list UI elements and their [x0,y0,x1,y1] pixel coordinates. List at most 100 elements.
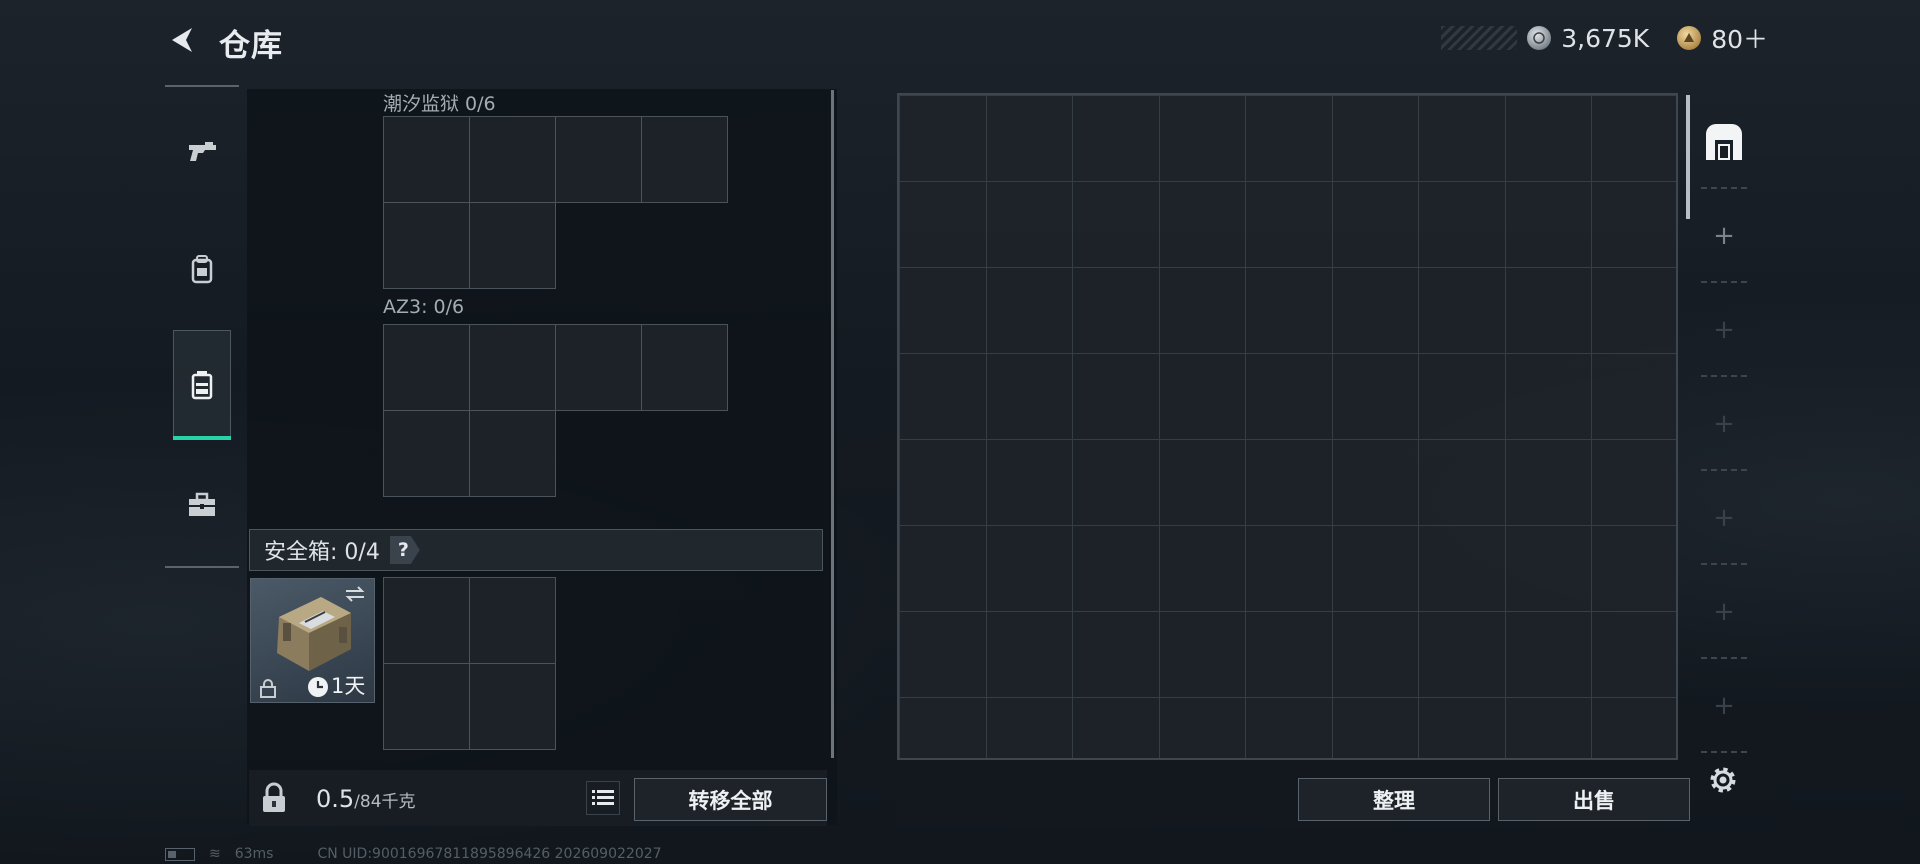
stash-cell[interactable] [985,611,1073,698]
stash-cell[interactable] [985,697,1073,758]
stash-cell[interactable] [899,525,987,612]
stash-tab-add[interactable]: + [1693,283,1755,377]
slot-cell[interactable] [383,202,470,289]
gold-currency-value[interactable]: 80＋ [1711,20,1768,56]
stash-cell[interactable] [985,353,1073,440]
slot-cell[interactable] [469,324,556,411]
stash-cell[interactable] [1158,267,1246,354]
slot-cell[interactable] [383,577,470,664]
settings-button[interactable] [1705,762,1741,798]
slot-cell[interactable] [383,116,470,203]
slot-cell[interactable] [383,410,470,497]
stash-cell[interactable] [1072,697,1160,758]
slot-cell[interactable] [469,410,556,497]
stash-cell[interactable] [1504,525,1592,612]
stash-cell[interactable] [1158,181,1246,268]
stash-cell[interactable] [1331,181,1419,268]
slot-cell[interactable] [469,116,556,203]
stash-cell[interactable] [1591,353,1676,440]
rail-item-supplies[interactable] [165,450,239,560]
stash-cell[interactable] [1418,267,1506,354]
stash-cell[interactable] [1331,353,1419,440]
stash-tab-main[interactable] [1693,95,1755,189]
stash-cell[interactable] [1418,611,1506,698]
stash-cell[interactable] [1158,525,1246,612]
stash-cell[interactable] [1331,611,1419,698]
stash-cell[interactable] [1418,181,1506,268]
stash-cell[interactable] [899,439,987,526]
stash-cell[interactable] [1504,439,1592,526]
stash-cell[interactable] [1245,525,1333,612]
stash-cell[interactable] [899,181,987,268]
stash-cell[interactable] [1331,95,1419,182]
swap-icon[interactable] [342,583,368,605]
stash-cell[interactable] [985,267,1073,354]
slot-cell[interactable] [383,324,470,411]
stash-cell[interactable] [1158,697,1246,758]
stash-cell[interactable] [1591,181,1676,268]
stash-cell[interactable] [1072,439,1160,526]
stash-cell[interactable] [1591,525,1676,612]
secure-case-item[interactable]: 1天 [250,578,375,703]
stash-cell[interactable] [1418,697,1506,758]
stash-cell[interactable] [1331,439,1419,526]
stash-cell[interactable] [1245,95,1333,182]
stash-cell[interactable] [1245,439,1333,526]
rail-item-weapons[interactable] [165,97,239,207]
stash-cell[interactable] [1418,525,1506,612]
stash-cell[interactable] [1072,95,1160,182]
stash-tab-add[interactable]: + [1693,659,1755,753]
stash-cell[interactable] [1504,95,1592,182]
rail-item-backpack[interactable] [173,330,231,440]
slot-cell[interactable] [641,324,728,411]
organize-button[interactable]: 整理 [1298,778,1490,821]
stash-cell[interactable] [1591,95,1676,182]
stash-cell[interactable] [1418,353,1506,440]
stash-cell[interactable] [899,697,987,758]
stash-cell[interactable] [1591,439,1676,526]
lock-button[interactable] [254,778,294,818]
transfer-all-button[interactable]: 转移全部 [634,778,827,821]
stash-cell[interactable] [1504,181,1592,268]
stash-cell[interactable] [1331,525,1419,612]
stash-tab-add[interactable]: + [1693,189,1755,283]
stash-cell[interactable] [899,267,987,354]
stash-tab-add[interactable]: + [1693,377,1755,471]
list-view-button[interactable] [586,781,620,815]
stash-cell[interactable] [1158,353,1246,440]
stash-cell[interactable] [899,353,987,440]
stash-cell[interactable] [1072,267,1160,354]
slot-cell[interactable] [469,202,556,289]
stash-cell[interactable] [1591,611,1676,698]
stash-cell[interactable] [1158,611,1246,698]
stash-cell[interactable] [1245,697,1333,758]
back-button[interactable] [164,22,200,58]
stash-cell[interactable] [1591,697,1676,758]
stash-cell[interactable] [1158,439,1246,526]
stash-scrollbar[interactable] [1686,95,1690,219]
stash-cell[interactable] [1245,181,1333,268]
stash-tab-add[interactable]: + [1693,565,1755,659]
stash-cell[interactable] [985,181,1073,268]
stash-cell[interactable] [1072,181,1160,268]
stash-cell[interactable] [985,439,1073,526]
stash-cell[interactable] [1158,95,1246,182]
stash-cell[interactable] [1331,697,1419,758]
stash-cell[interactable] [985,525,1073,612]
slot-cell[interactable] [641,116,728,203]
stash-cell[interactable] [1072,353,1160,440]
stash-cell[interactable] [1072,611,1160,698]
stash-cell[interactable] [1418,95,1506,182]
slot-cell[interactable] [555,116,642,203]
stash-cell[interactable] [1591,267,1676,354]
stash-cell[interactable] [899,95,987,182]
sell-button[interactable]: 出售 [1498,778,1690,821]
slot-cell[interactable] [469,663,556,750]
slot-cell[interactable] [469,577,556,664]
stash-cell[interactable] [1504,353,1592,440]
slot-cell[interactable] [555,324,642,411]
stash-cell[interactable] [1504,267,1592,354]
stash-cell[interactable] [1245,611,1333,698]
stash-cell[interactable] [1418,439,1506,526]
stash-cell[interactable] [1504,611,1592,698]
